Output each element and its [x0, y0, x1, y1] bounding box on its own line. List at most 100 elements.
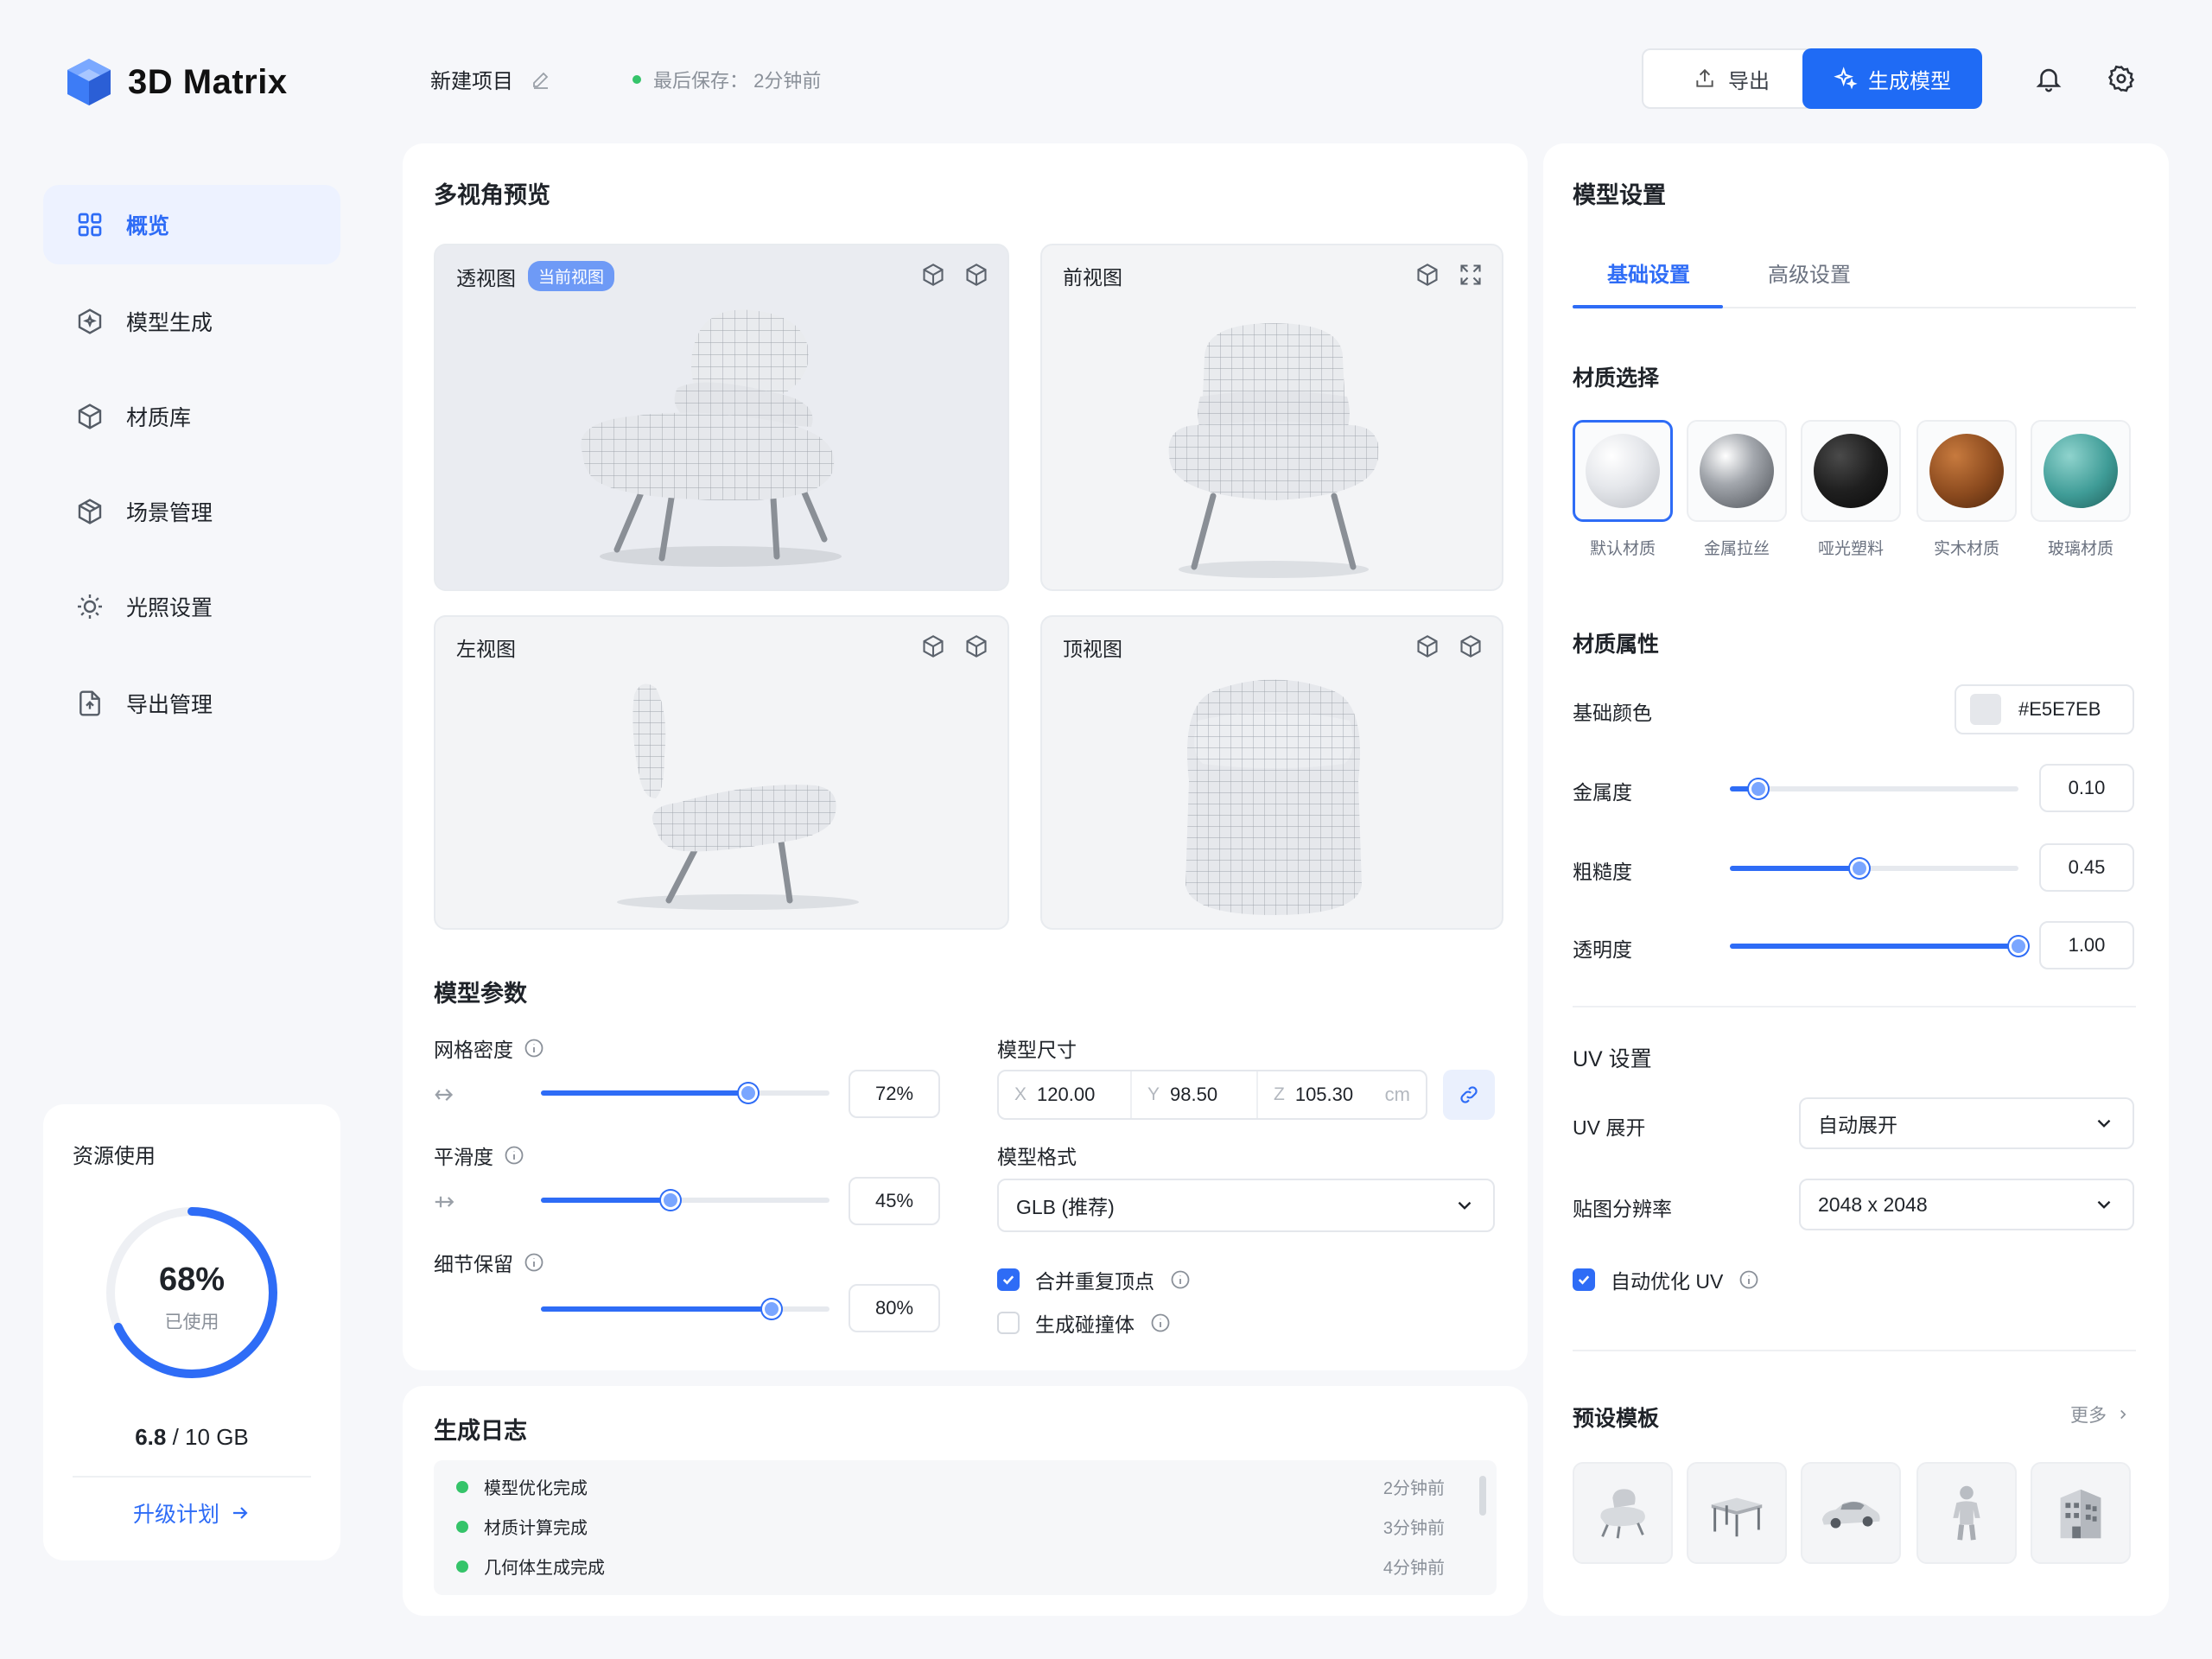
cube-icon[interactable] — [1415, 634, 1440, 658]
merge-vertices-checkbox[interactable] — [997, 1268, 1020, 1291]
mesh-density-value[interactable]: 72% — [849, 1070, 940, 1118]
view-label: 左视图 — [456, 632, 516, 662]
mesh-density-slider[interactable] — [541, 1084, 830, 1103]
tab-basic-settings[interactable]: 基础设置 — [1607, 257, 1690, 288]
success-dot — [456, 1520, 468, 1533]
info-icon[interactable] — [504, 1145, 524, 1166]
texture-resolution-select[interactable]: 2048 x 2048 — [1799, 1179, 2134, 1230]
lock-proportions-button[interactable] — [1443, 1070, 1495, 1120]
fullscreen-icon[interactable] — [1459, 263, 1483, 287]
smoothness-label: 平滑度 — [434, 1141, 524, 1170]
mesh-density-text: 网格密度 — [434, 1039, 513, 1061]
chair-left-render — [617, 683, 859, 910]
template-table[interactable] — [1687, 1462, 1787, 1564]
view-top[interactable]: 顶视图 — [1040, 615, 1503, 930]
auto-uv-checkbox[interactable] — [1573, 1268, 1595, 1291]
storage-total: / 10 GB — [172, 1424, 249, 1450]
app-logo[interactable]: 3D Matrix — [66, 57, 288, 107]
generate-model-label: 生成模型 — [1868, 69, 1951, 93]
log-text: 模型优化完成 — [484, 1479, 588, 1498]
sidebar-item-lighting[interactable]: 光照设置 — [43, 567, 340, 646]
slider-handle[interactable] — [2009, 937, 2028, 956]
gear-icon[interactable] — [2107, 64, 2136, 93]
template-building[interactable] — [2031, 1462, 2131, 1564]
export-button-label: 导出 — [1728, 69, 1770, 93]
base-color-label: 基础颜色 — [1573, 702, 1652, 724]
template-car[interactable] — [1801, 1462, 1901, 1564]
view-perspective[interactable]: 透视图 当前视图 — [434, 244, 1009, 591]
material-label: 实木材质 — [1933, 540, 1999, 558]
collision-option[interactable]: 生成碰撞体 — [997, 1308, 1171, 1338]
uv-unwrap-select[interactable]: 自动展开 — [1799, 1097, 2134, 1149]
base-color-picker[interactable]: #E5E7EB — [1955, 684, 2134, 734]
material-brushed-metal[interactable] — [1687, 420, 1787, 522]
smoothness-slider[interactable] — [541, 1191, 830, 1210]
cube-icon[interactable] — [1415, 263, 1440, 287]
cube-icon[interactable] — [1459, 634, 1483, 658]
tab-advanced-settings[interactable]: 高级设置 — [1768, 257, 1851, 288]
more-templates-link[interactable]: 更多 — [2070, 1402, 2131, 1427]
chevron-down-icon — [1453, 1194, 1476, 1217]
material-label: 哑光塑料 — [1817, 540, 1884, 558]
sidebar-item-model-generation[interactable]: 模型生成 — [43, 282, 340, 361]
info-icon[interactable] — [1150, 1313, 1171, 1333]
sidebar-item-label: 光照设置 — [126, 596, 213, 620]
info-icon[interactable] — [1170, 1269, 1191, 1290]
opacity-value[interactable]: 1.00 — [2039, 921, 2134, 969]
material-matte-plastic[interactable] — [1801, 420, 1901, 522]
chair-front-render — [1168, 323, 1379, 578]
smoothness-value[interactable]: 45% — [849, 1177, 940, 1225]
material-glass[interactable] — [2031, 420, 2131, 522]
sidebar-item-label: 材质库 — [126, 406, 192, 430]
usage-subtitle: 已使用 — [164, 1313, 219, 1332]
cube-icon[interactable] — [964, 263, 988, 287]
export-button[interactable]: 导出 — [1642, 48, 1821, 109]
roughness-value[interactable]: 0.45 — [2039, 843, 2134, 892]
merge-vertices-option[interactable]: 合并重复顶点 — [997, 1265, 1191, 1294]
save-status-text: 最后保存： 2分钟前 — [653, 70, 822, 92]
sidebar-item-overview[interactable]: 概览 — [43, 185, 340, 264]
sidebar-item-export-management[interactable]: 导出管理 — [43, 664, 340, 743]
upgrade-plan-link[interactable]: 升级计划 — [43, 1497, 340, 1529]
info-icon[interactable] — [524, 1252, 544, 1273]
metalness-value[interactable]: 0.10 — [2039, 764, 2134, 812]
material-default[interactable] — [1573, 420, 1673, 522]
log-entry: 材质计算完成 3分钟前 — [456, 1514, 1445, 1539]
template-figure[interactable] — [1916, 1462, 2017, 1564]
size-z-field[interactable]: Z 105.30 — [1258, 1071, 1353, 1118]
chevron-down-icon — [2093, 1193, 2115, 1216]
sidebar-item-scene-management[interactable]: 场景管理 — [43, 472, 340, 551]
collision-checkbox[interactable] — [997, 1312, 1020, 1334]
generate-model-button[interactable]: 生成模型 — [1802, 48, 1982, 109]
cube-icon[interactable] — [964, 634, 988, 658]
view-label: 透视图 当前视图 — [456, 261, 615, 291]
edit-pencil-icon[interactable] — [531, 69, 551, 90]
metalness-slider[interactable] — [1730, 779, 2018, 798]
axis-z-label: Z — [1274, 1084, 1285, 1104]
auto-uv-option[interactable]: 自动优化 UV — [1573, 1265, 1759, 1294]
cube-icon[interactable] — [921, 634, 945, 658]
size-y-value: 98.50 — [1170, 1084, 1218, 1105]
project-name[interactable]: 新建项目 — [430, 64, 551, 94]
view-front[interactable]: 前视图 — [1040, 244, 1503, 591]
cube-icon[interactable] — [921, 263, 945, 287]
log-list[interactable]: 模型优化完成 2分钟前 材质计算完成 3分钟前 几何体生成完成 4分钟前 — [434, 1460, 1497, 1595]
building-template-icon — [2060, 1489, 2101, 1539]
opacity-slider[interactable] — [1730, 937, 2028, 956]
sidebar-item-material-library[interactable]: 材质库 — [43, 377, 340, 456]
size-x-field[interactable]: X 120.00 — [999, 1071, 1132, 1118]
model-format-select[interactable]: GLB (推荐) — [997, 1179, 1495, 1232]
size-y-field[interactable]: Y 98.50 — [1132, 1071, 1258, 1118]
sparkle-icon — [1834, 67, 1858, 91]
info-icon[interactable] — [524, 1038, 544, 1058]
bell-icon[interactable] — [2034, 64, 2063, 93]
detail-value[interactable]: 80% — [849, 1284, 940, 1332]
template-chair[interactable] — [1573, 1462, 1673, 1564]
material-wood[interactable] — [1916, 420, 2017, 522]
auto-uv-label: 自动优化 UV — [1611, 1270, 1724, 1293]
detail-slider[interactable] — [541, 1300, 830, 1319]
info-icon[interactable] — [1738, 1269, 1759, 1290]
roughness-slider[interactable] — [1730, 859, 2018, 878]
view-left[interactable]: 左视图 — [434, 615, 1009, 930]
log-scrollbar[interactable] — [1479, 1476, 1486, 1516]
